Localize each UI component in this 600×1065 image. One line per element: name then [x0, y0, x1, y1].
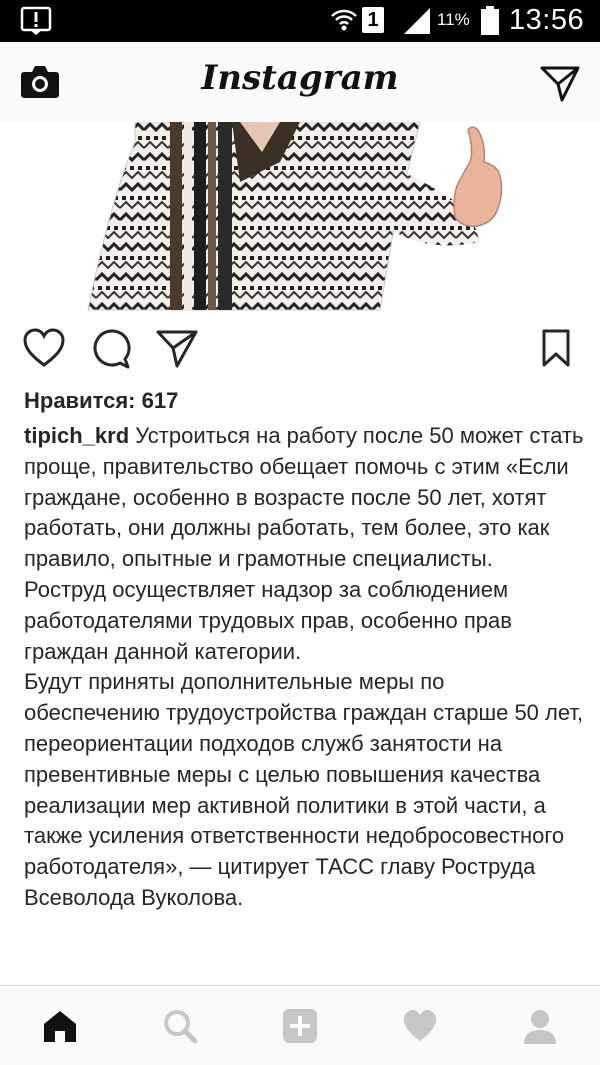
post-image[interactable]: [0, 122, 600, 312]
nav-activity[interactable]: [360, 986, 480, 1065]
add-post-icon: [283, 1009, 317, 1043]
search-icon: [164, 1010, 198, 1044]
signal-icon: [402, 8, 432, 39]
nav-search[interactable]: [120, 986, 240, 1065]
notification-alert-icon: [20, 6, 52, 41]
post-caption: tipich_krd Устроиться на работу после 50…: [24, 421, 584, 914]
battery-icon: [480, 6, 500, 41]
profile-icon: [524, 1010, 556, 1044]
status-bar: 1 11% 13:56: [0, 0, 600, 42]
home-icon: [44, 1011, 76, 1042]
battery-percent: 11%: [437, 10, 470, 29]
app-header: Instagram: [0, 42, 600, 123]
share-icon[interactable]: [155, 328, 199, 373]
caption-paragraph: tipich_krd Устроиться на работу после 50…: [24, 421, 584, 575]
instagram-screen: 1 11% 13:56 Instagram Нравится: 617 tipi…: [0, 0, 600, 1065]
nav-profile[interactable]: [480, 986, 600, 1065]
nav-add-post[interactable]: [240, 986, 360, 1065]
post-actions: [0, 322, 600, 378]
bottom-nav: [0, 985, 600, 1065]
likes-count[interactable]: Нравится: 617: [24, 388, 178, 414]
nav-home[interactable]: [0, 986, 120, 1065]
direct-message-icon[interactable]: [540, 64, 580, 107]
bookmark-icon[interactable]: [540, 328, 572, 373]
post-username[interactable]: tipich_krd: [24, 423, 129, 448]
clock: 13:56: [509, 4, 585, 36]
sim-badge: 1: [362, 7, 384, 33]
app-title: Instagram: [201, 58, 399, 98]
heart-icon[interactable]: [22, 328, 66, 373]
wifi-icon: [330, 7, 358, 38]
activity-heart-icon: [404, 1010, 436, 1041]
caption-paragraph: Будут приняты дополнительные меры по обе…: [24, 669, 584, 910]
comment-icon[interactable]: [90, 328, 132, 375]
caption-paragraph: Роструд осуществляет надзор за соблюдени…: [24, 576, 512, 664]
